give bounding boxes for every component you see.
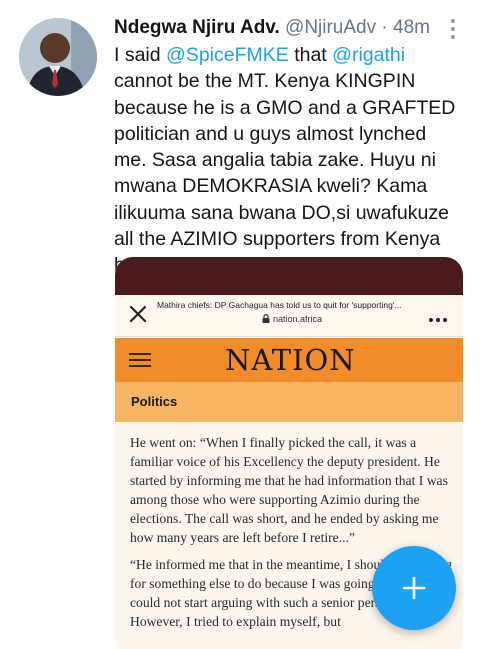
lock-icon xyxy=(262,314,270,323)
screenshot-page-title: Mathira chiefs: DP Gachagua has told us … xyxy=(157,300,402,310)
avatar[interactable] xyxy=(19,18,97,96)
mention-link[interactable]: @SpiceFMKE xyxy=(166,44,289,66)
section-bar: Politics xyxy=(115,382,463,422)
screenshot-url: nation.africa xyxy=(157,314,427,324)
more-options-icon[interactable] xyxy=(446,16,460,42)
user-handle[interactable]: @NjiruAdv xyxy=(285,17,376,38)
tweet-text-part: that xyxy=(288,44,333,66)
browser-menu-icon xyxy=(429,309,455,322)
tweet-text-part: cannot be the MT. Kenya KINGPIN because … xyxy=(114,70,456,276)
url-text: nation.africa xyxy=(272,314,323,324)
tweet-timestamp[interactable]: 48m xyxy=(393,17,430,38)
nation-logo: NATION xyxy=(225,343,356,377)
mention-link[interactable]: @rigathi xyxy=(332,44,405,66)
tweet-header: Ndegwa Njiru Adv. @NjiruAdv · 48m xyxy=(114,14,444,42)
close-icon xyxy=(129,305,147,323)
display-name[interactable]: Ndegwa Njiru Adv. xyxy=(114,17,280,38)
hamburger-menu-icon xyxy=(129,353,151,367)
separator-dot: · xyxy=(381,17,388,38)
tweet[interactable]: Ndegwa Njiru Adv. @NjiruAdv · 48m I said… xyxy=(0,0,480,649)
screenshot-browser-bar: Mathira chiefs: DP Gachagua has told us … xyxy=(115,295,463,337)
article-paragraph: He went on: “When I finally picked the c… xyxy=(130,435,448,545)
profile-photo-icon xyxy=(19,18,97,96)
plus-icon xyxy=(402,576,426,600)
tweet-text-part: I said xyxy=(114,44,167,66)
section-label: Politics xyxy=(131,394,178,409)
tweet-text: I said @SpiceFMKE that @rigathi cannot b… xyxy=(114,42,464,279)
screenshot-status-bar xyxy=(115,257,463,295)
compose-tweet-button[interactable] xyxy=(372,546,456,630)
nation-header: NATION xyxy=(115,338,463,382)
